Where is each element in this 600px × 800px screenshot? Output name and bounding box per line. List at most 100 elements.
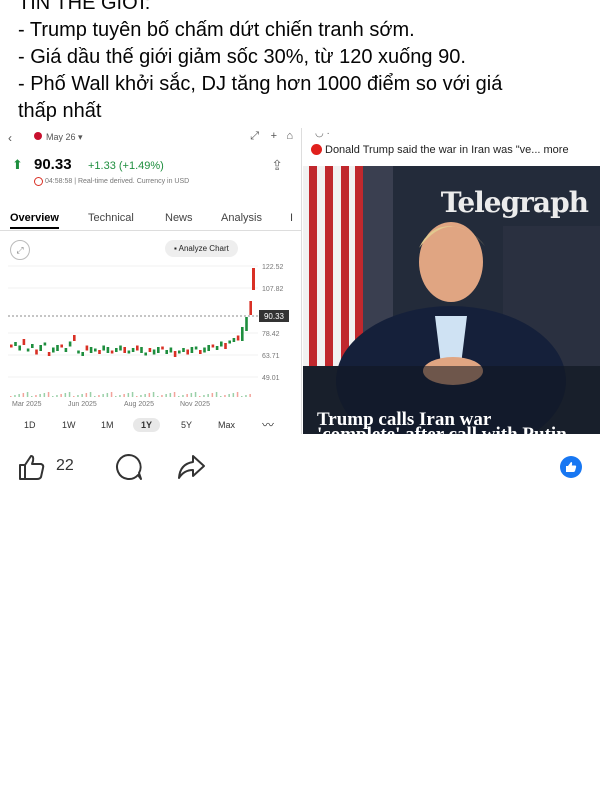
tab-technical[interactable]: Technical <box>88 212 134 224</box>
candle <box>245 317 248 331</box>
volume-bar <box>98 395 100 397</box>
candle <box>252 268 255 290</box>
news-photo[interactable]: Telegraph Trump calls Iran war 'complete… <box>303 166 600 434</box>
candle <box>110 350 114 354</box>
stock-tabs: Overview Technical News Analysis I <box>0 208 301 231</box>
tab-analysis[interactable]: Analysis <box>221 212 262 224</box>
volume-bar <box>169 393 172 397</box>
volume-bar <box>165 394 167 397</box>
volume-bar <box>110 392 113 397</box>
candle <box>211 344 215 348</box>
candle <box>123 347 126 353</box>
volume-bar <box>140 395 142 397</box>
chart-type-icon[interactable]: 〰 <box>262 416 274 433</box>
like-icon[interactable] <box>16 452 46 482</box>
volume-bar <box>56 395 58 397</box>
share-icon[interactable]: ⇪ <box>271 157 283 174</box>
range-5y[interactable]: 5Y <box>181 420 192 430</box>
expand-chart-icon[interactable]: ⤢ <box>10 240 30 260</box>
candle <box>89 347 93 353</box>
candle <box>173 351 177 357</box>
candle <box>152 349 156 355</box>
volume-bar <box>39 394 41 397</box>
volume-bar <box>47 392 50 397</box>
date-selector[interactable]: May 26 ▾ <box>46 132 83 143</box>
bell-icon[interactable]: ⌂ <box>286 130 293 142</box>
candle <box>140 347 143 353</box>
y-tick-label: 78.42 <box>262 331 280 338</box>
volume-bar <box>119 395 121 397</box>
candle <box>43 342 47 346</box>
candle <box>94 348 97 352</box>
volume-bar <box>136 396 138 397</box>
volume-bar <box>60 394 62 397</box>
range-1w[interactable]: 1W <box>62 420 76 430</box>
range-1y[interactable]: 1Y <box>133 418 161 432</box>
y-tick-label: 49.01 <box>262 375 280 382</box>
candle <box>148 348 152 352</box>
stock-screenshot[interactable]: ‹ May 26 ▾ ⤢ + ⌂ ⬆ 90.33 +1.33 (+1.49%) … <box>0 128 302 434</box>
x-tick-label: Mar 2025 <box>12 401 42 408</box>
volume-bar <box>161 395 163 397</box>
candle <box>14 342 17 346</box>
volume-bar <box>182 395 184 397</box>
volume-bar <box>123 394 125 397</box>
candle <box>203 347 206 353</box>
volume-bar <box>178 396 180 397</box>
volume-bar <box>106 393 109 397</box>
post-line: thấp nhất <box>18 100 102 122</box>
share-arrow-icon[interactable] <box>176 452 206 482</box>
range-max[interactable]: Max <box>218 420 235 430</box>
volume-bar <box>31 396 33 397</box>
range-1d[interactable]: 1D <box>24 420 36 430</box>
comment-icon[interactable] <box>114 452 144 482</box>
volume-bar <box>131 392 134 397</box>
y-tick-label: 122.52 <box>262 264 284 271</box>
news-card[interactable]: ◡ · Donald Trump said the war in Iran wa… <box>303 128 600 434</box>
candle <box>77 350 80 354</box>
volume-bar <box>127 393 130 397</box>
candle <box>39 345 42 351</box>
volume-bar <box>224 395 226 397</box>
stock-price: 90.33 <box>34 156 72 173</box>
volume-bar <box>220 396 222 397</box>
candle <box>220 341 223 347</box>
volume-bar <box>241 396 243 397</box>
stock-topbar: ‹ May 26 ▾ ⤢ + ⌂ <box>8 130 293 148</box>
candle <box>119 345 122 351</box>
candle <box>56 345 59 351</box>
range-1m[interactable]: 1M <box>101 420 114 430</box>
volume-bar <box>52 396 54 397</box>
red-circle-icon <box>311 144 322 155</box>
volume-bar <box>215 392 218 397</box>
add-icon[interactable]: + <box>271 130 277 142</box>
candle <box>199 350 202 354</box>
price-chart[interactable]: 122.52 107.82 78.42 63.71 49.01 Mar 2025 Jun … <box>0 258 301 416</box>
candle <box>73 335 76 341</box>
post-media[interactable]: ‹ May 26 ▾ ⤢ + ⌂ ⬆ 90.33 +1.33 (+1.49%) … <box>0 128 600 434</box>
compare-icon[interactable]: ⤢ <box>250 130 259 143</box>
volume-bar <box>115 396 117 397</box>
up-arrow-icon: ⬆ <box>12 157 23 172</box>
volume-bar <box>249 394 251 397</box>
volume-bar <box>199 396 201 397</box>
back-icon: ‹ <box>8 131 12 145</box>
caption-text: Donald Trump said the war in Iran was "v… <box>325 144 569 156</box>
candle <box>60 344 63 348</box>
volume-bar <box>211 393 214 397</box>
tab-overview[interactable]: Overview <box>10 212 59 229</box>
candle <box>249 301 252 315</box>
post-line: - Trump tuyên bố chấm dứt chiến tranh sớ… <box>18 19 415 41</box>
news-headline-2: 'complete' after call with Putin <box>317 424 567 434</box>
candle <box>169 347 173 353</box>
volume-bar <box>236 392 239 397</box>
tab-more[interactable]: I <box>290 212 293 224</box>
candle <box>131 348 135 352</box>
news-caption[interactable]: Donald Trump said the war in Iran was "v… <box>311 144 596 156</box>
candle <box>64 348 68 352</box>
analyze-chart-button[interactable]: ▪ Analyze Chart <box>165 240 238 257</box>
volume-bar <box>77 395 79 397</box>
candle <box>18 345 21 351</box>
tab-news[interactable]: News <box>165 212 193 224</box>
post-line: - Phố Wall khởi sắc, DJ tăng hơn 1000 đi… <box>18 73 503 95</box>
